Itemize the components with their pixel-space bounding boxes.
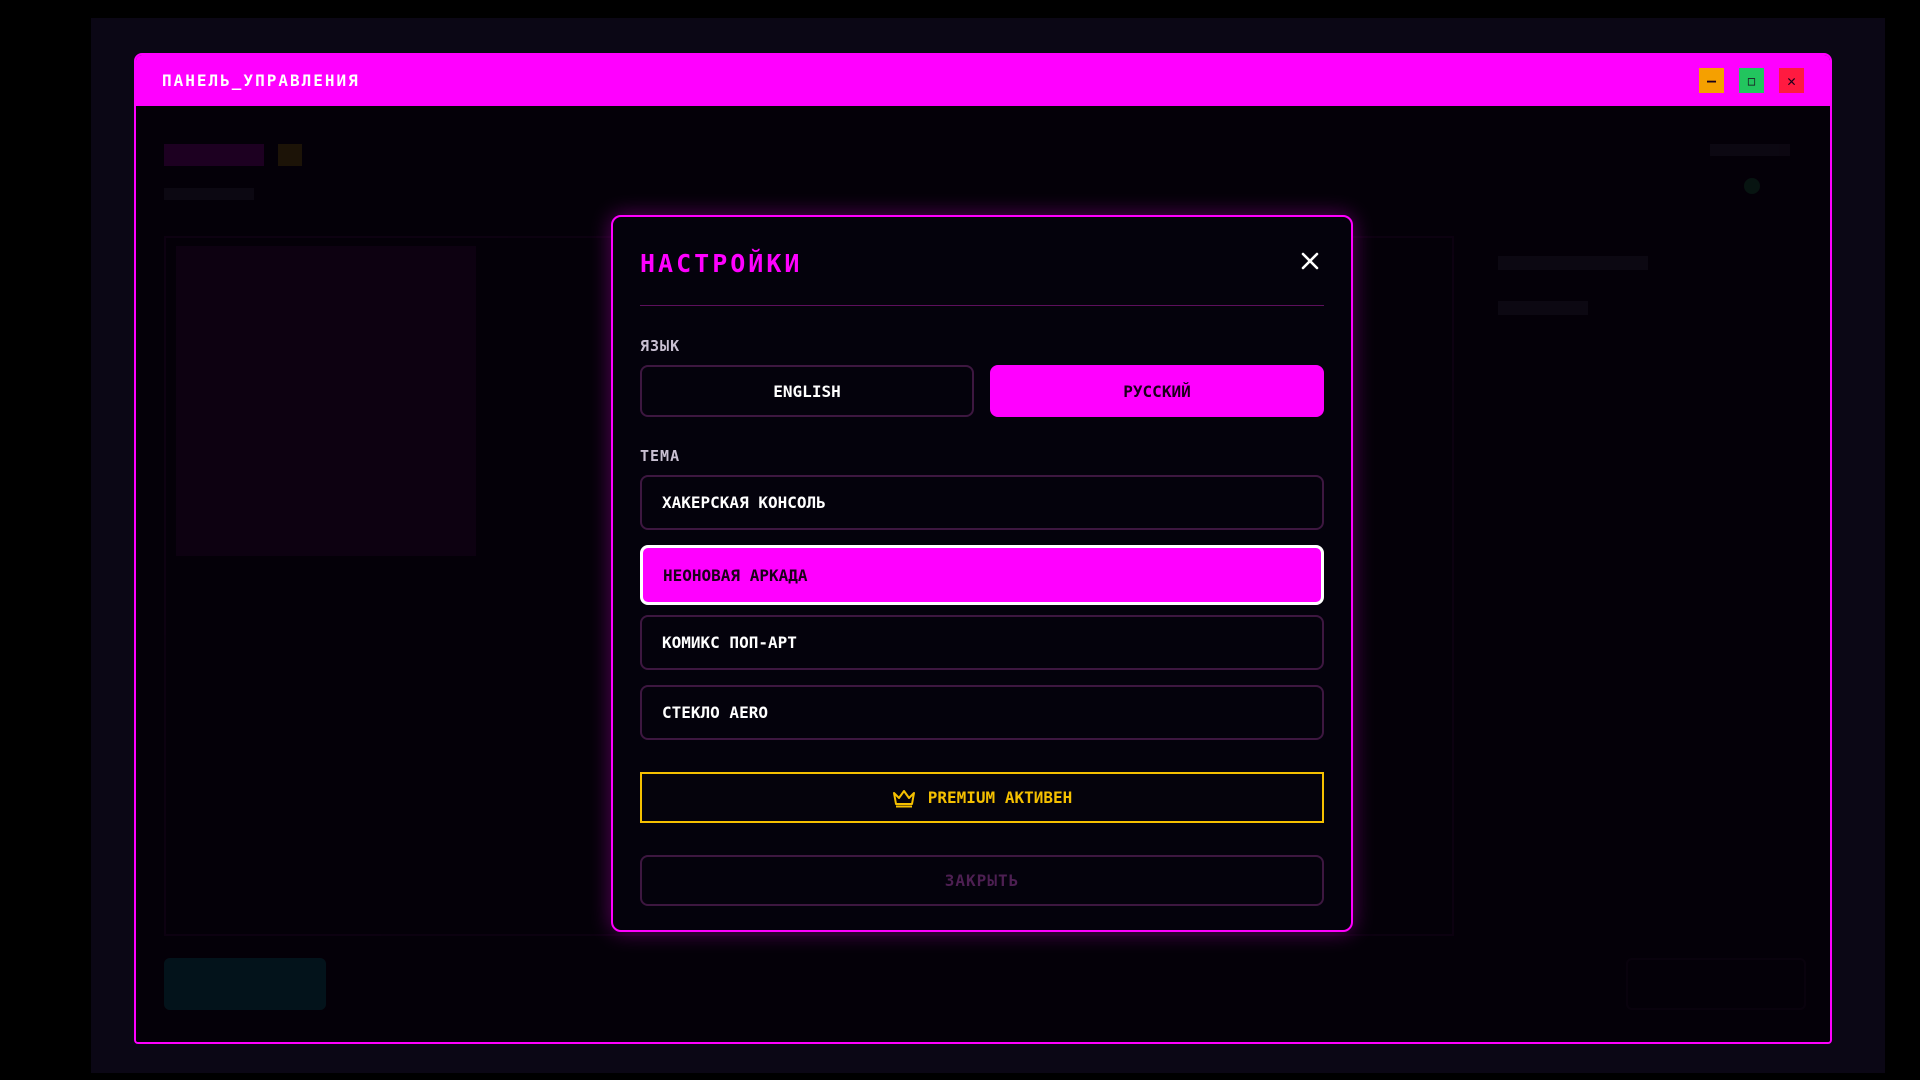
language-option-english[interactable]: ENGLISH [640, 365, 974, 417]
premium-label: PREMIUM АКТИВЕН [927, 788, 1073, 807]
theme-option-neon-arcade[interactable]: НЕОНОВАЯ АРКАДА [640, 545, 1324, 605]
close-icon: ✕ [1786, 71, 1797, 90]
maximize-button[interactable]: □ [1739, 68, 1764, 93]
window-title: ПАНЕЛЬ_УПРАВЛЕНИЯ [162, 71, 360, 90]
modal-close-x-button[interactable] [1296, 247, 1324, 275]
language-option-russian[interactable]: РУССКИЙ [990, 365, 1324, 417]
modal-title: НАСТРОЙКИ [640, 248, 803, 278]
minimize-icon: – [1706, 71, 1717, 90]
settings-modal: НАСТРОЙКИ ЯЗЫК ENGLISH РУССКИЙ ТЕМА ХАКЕ… [611, 215, 1353, 932]
crown-icon [892, 789, 915, 807]
close-icon [1301, 252, 1319, 270]
theme-option-glass-aero[interactable]: СТЕКЛО AERO [640, 685, 1324, 740]
minimize-button[interactable]: – [1699, 68, 1724, 93]
theme-option-comic-pop-art[interactable]: КОМИКС ПОП-АРТ [640, 615, 1324, 670]
window-titlebar[interactable]: ПАНЕЛЬ_УПРАВЛЕНИЯ – □ ✕ [136, 55, 1830, 106]
close-button[interactable]: ЗАКРЫТЬ [640, 855, 1324, 906]
theme-option-hacker-console[interactable]: ХАКЕРСКАЯ КОНСОЛЬ [640, 475, 1324, 530]
language-label: ЯЗЫК [640, 337, 681, 355]
window-controls: – □ ✕ [1699, 68, 1804, 93]
premium-status-button[interactable]: PREMIUM АКТИВЕН [640, 772, 1324, 823]
maximize-icon: □ [1747, 73, 1756, 88]
theme-label: ТЕМА [640, 447, 681, 465]
modal-header: НАСТРОЙКИ [640, 217, 1324, 306]
window-close-button[interactable]: ✕ [1779, 68, 1804, 93]
